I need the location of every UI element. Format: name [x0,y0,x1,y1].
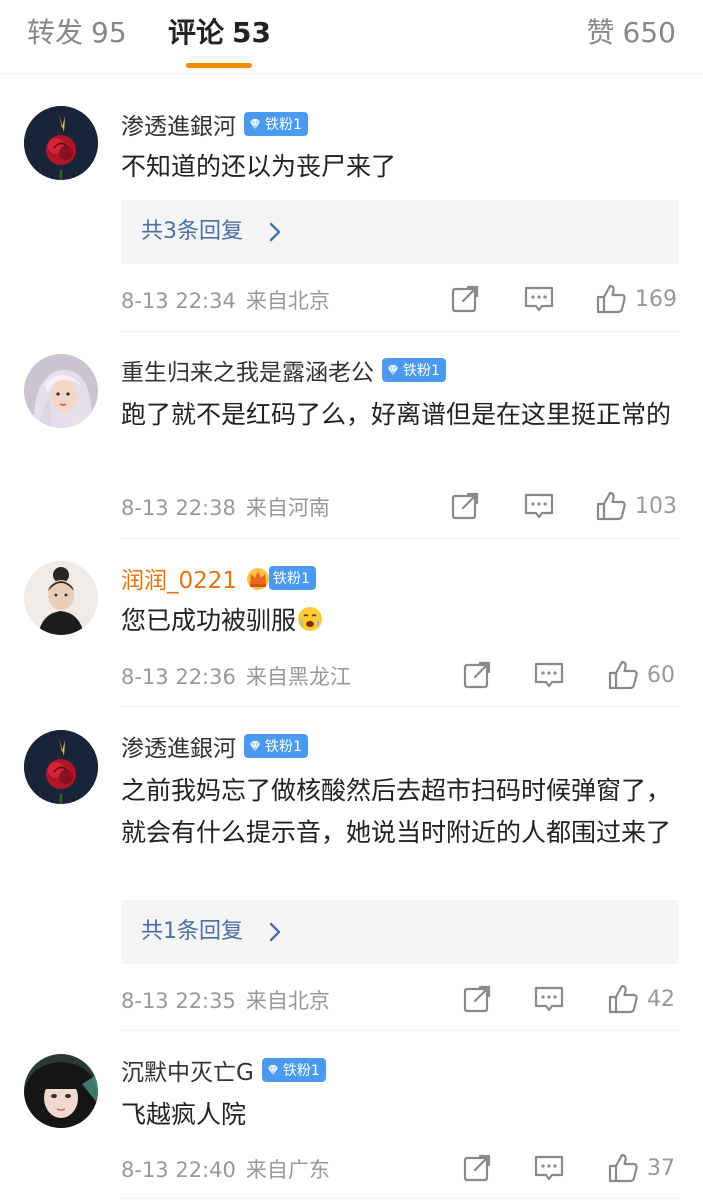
like-button[interactable]: 37 [607,1150,675,1186]
comment-text: 飞越疯人院 [121,1100,247,1129]
share-button[interactable] [461,981,493,1017]
share-icon [449,490,481,522]
share-button[interactable] [449,281,481,317]
comment-time: 8-13 22:38 [121,496,236,520]
divider [121,1198,679,1199]
comment-location: 来自广东 [245,1158,330,1182]
crown-icon [245,565,271,591]
fan-badge: 铁粉1 [269,566,316,590]
comment-text: 您已成功被驯服 [121,600,691,642]
rose-avatar[interactable] [24,730,98,804]
silver-hair-avatar[interactable] [24,354,98,428]
share-icon [461,659,493,691]
comment-time: 8-13 22:40 [121,1158,236,1182]
like-count: 42 [647,986,675,1012]
username[interactable]: 重生归来之我是露涵老公 [121,353,374,387]
thumbs-up-icon [595,283,627,315]
fan-badge: 铁粉1 [244,734,308,758]
gem-icon [266,1063,280,1077]
thumbs-up-icon [607,983,639,1015]
gem-icon [248,117,262,131]
fan-badge-label: 铁粉1 [265,739,302,755]
girl-bangs-avatar[interactable] [24,1054,98,1128]
tab-repost[interactable]: 转发 95 [27,16,127,50]
gem-icon [386,363,400,377]
like-count: 37 [647,1155,675,1181]
comment-icon [533,659,565,691]
view-replies-button[interactable]: 共3条回复 [121,200,679,264]
tab-likes-count: 650 [622,16,676,49]
comment-location: 来自北京 [245,289,330,313]
username[interactable]: 渗透進銀河 [121,107,236,141]
comment-location: 来自河南 [245,496,330,520]
like-count: 103 [635,493,677,519]
thumbs-up-icon [595,490,627,522]
comment-time: 8-13 22:35 [121,989,236,1013]
comment-text: 不知道的还以为丧尸来了 [121,152,397,181]
comment-icon [533,983,565,1015]
divider [121,1030,679,1031]
share-button[interactable] [461,657,493,693]
tab-repost-count: 95 [91,16,127,49]
tab-comments[interactable]: 评论 53 [168,16,271,50]
active-tab-indicator [186,63,252,68]
divider [121,706,679,707]
username[interactable]: 渗透進銀河 [121,729,236,763]
comment-location: 来自北京 [245,989,330,1013]
tab-comments-count: 53 [232,16,271,49]
share-button[interactable] [461,1150,493,1186]
fan-badge: 铁粉1 [382,358,446,382]
like-count: 60 [647,662,675,688]
comment-location: 来自黑龙江 [245,665,351,689]
reply-button[interactable] [523,281,555,317]
view-replies-button[interactable]: 共1条回复 [121,900,679,964]
replies-label: 共1条回复 [141,919,243,944]
divider [121,538,679,539]
thumbs-up-icon [607,659,639,691]
divider [121,331,679,332]
share-icon [461,1152,493,1184]
comment-icon [533,1152,565,1184]
share-icon [449,283,481,315]
tab-likes-label: 赞 [586,16,615,49]
chevron-right-icon [263,220,287,244]
gem-icon [248,739,262,753]
share-button[interactable] [449,488,481,524]
username[interactable]: 润润_0221 [121,561,237,595]
share-icon [461,983,493,1015]
tab-repost-label: 转发 [27,16,84,49]
like-button[interactable]: 42 [607,981,675,1017]
like-button[interactable]: 169 [595,281,677,317]
username[interactable]: 沉默中灭亡G [121,1053,254,1087]
tab-comments-label: 评论 [168,16,225,49]
fan-badge-label: 铁粉1 [403,363,440,379]
fan-badge-label: 铁粉1 [265,117,302,133]
chevron-right-icon [263,920,287,944]
like-button[interactable]: 103 [595,488,677,524]
reply-button[interactable] [523,488,555,524]
comment-icon [523,283,555,315]
like-button[interactable]: 60 [607,657,675,693]
replies-label: 共3条回复 [141,219,243,244]
girl-bun-avatar[interactable] [24,561,98,635]
reply-button[interactable] [533,657,565,693]
tab-likes[interactable]: 赞 650 [587,16,676,50]
crying-face-emoji [296,605,324,633]
fan-badge-label: 铁粉1 [282,1063,320,1079]
rose-avatar[interactable] [24,106,98,180]
comment-tabs: 转发 95 评论 53 赞 650 [0,0,703,74]
fan-badge: 铁粉1 [244,112,308,136]
fan-badge-label: 铁粉1 [273,571,310,587]
comment-time: 8-13 22:36 [121,665,236,689]
comment-time: 8-13 22:34 [121,289,236,313]
fan-badge: 铁粉1 [261,1058,326,1082]
reply-button[interactable] [533,1150,565,1186]
comment-text: 之前我妈忘了做核酸然后去超市扫码时候弹窗了，就会有什么提示音，她说当时附近的人都… [121,776,672,847]
reply-button[interactable] [533,981,565,1017]
comment-text-body: 您已成功被驯服 [121,606,297,635]
comment-icon [523,490,555,522]
like-count: 169 [635,286,677,312]
thumbs-up-icon [607,1152,639,1184]
comment-text: 跑了就不是红码了么，好离谱但是在这里挺正常的 [121,400,672,429]
